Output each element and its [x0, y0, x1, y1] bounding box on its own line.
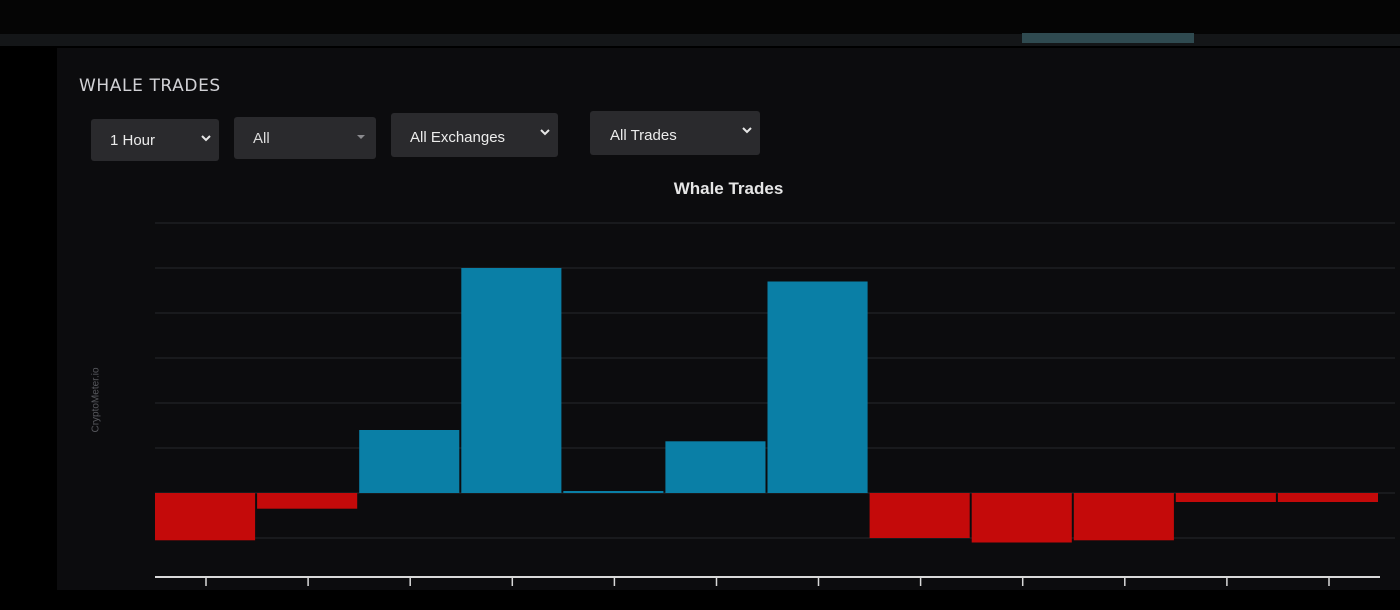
sell-bar[interactable] — [257, 493, 358, 509]
buy-bar[interactable] — [359, 430, 460, 493]
watermark: CryptoMeter.io — [90, 367, 102, 433]
whale-trades-chart — [155, 222, 1395, 586]
sell-bar[interactable] — [971, 493, 1072, 543]
x-axis-ticks — [205, 577, 1330, 586]
sell-bar[interactable] — [1175, 493, 1276, 502]
buy-bar[interactable] — [461, 268, 562, 493]
sell-bar[interactable] — [155, 493, 256, 541]
sell-bar[interactable] — [1073, 493, 1174, 541]
buy-bar[interactable] — [767, 281, 868, 494]
sell-bar[interactable] — [1277, 493, 1378, 502]
bars — [155, 268, 1378, 543]
buy-bar[interactable] — [665, 441, 766, 493]
sell-bar[interactable] — [869, 493, 970, 538]
buy-bar[interactable] — [563, 491, 664, 493]
